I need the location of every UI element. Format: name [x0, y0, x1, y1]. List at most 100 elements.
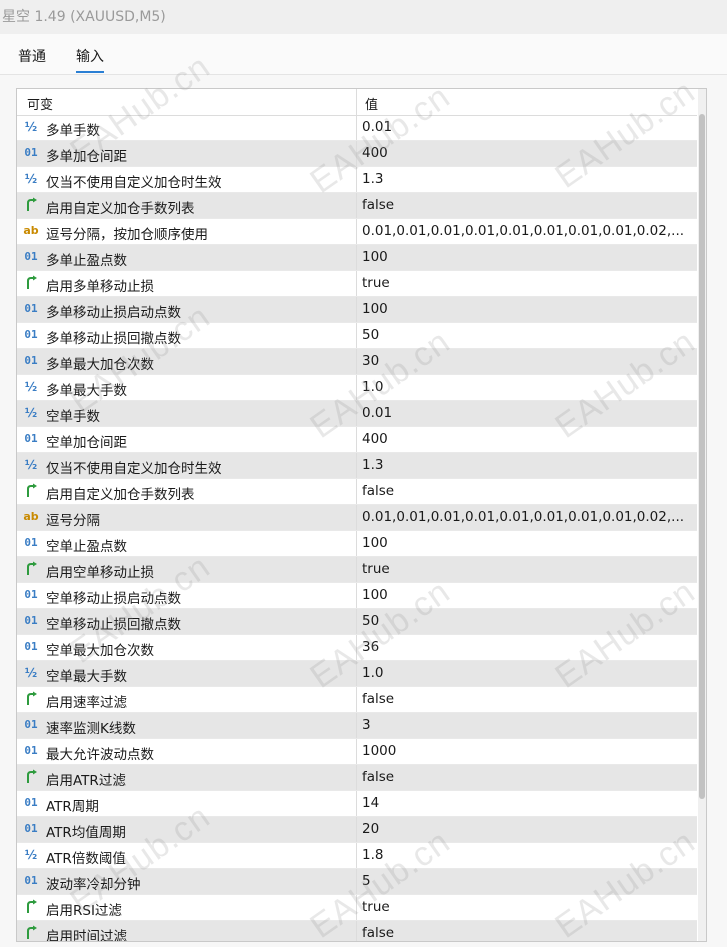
table-row[interactable]: 01 ATR周期 14: [17, 791, 697, 817]
table-row[interactable]: 01 空单加仓间距 400: [17, 427, 697, 453]
variable-value[interactable]: 0.01: [362, 119, 692, 135]
table-row[interactable]: 启用自定义加仓手数列表 false: [17, 479, 697, 505]
variable-name: 启用多单移动止损: [46, 279, 154, 295]
table-row[interactable]: 启用ATR过滤 false: [17, 765, 697, 791]
table-row[interactable]: 01 多单止盈点数 100: [17, 245, 697, 271]
variable-value[interactable]: 1.8: [362, 847, 692, 863]
integer-type-icon: 01: [24, 744, 38, 757]
inputs-table: 可变 值 ½ 多单手数 0.01 01 多单加仓间距 400 ½ 仅当不使用自定义加仓时生效 1…: [16, 88, 707, 942]
table-row[interactable]: 01 多单最大加仓次数 30: [17, 349, 697, 375]
variable-value[interactable]: 20: [362, 821, 692, 837]
double-type-icon: ½: [24, 380, 38, 394]
variable-value[interactable]: 100: [362, 587, 692, 603]
table-row[interactable]: ½ 空单最大手数 1.0: [17, 661, 697, 687]
table-row[interactable]: ½ 多单最大手数 1.0: [17, 375, 697, 401]
column-divider[interactable]: [356, 89, 357, 115]
variable-value[interactable]: 400: [362, 431, 692, 447]
table-row[interactable]: 01 波动率冷却分钟 5: [17, 869, 697, 895]
table-row[interactable]: 01 ATR均值周期 20: [17, 817, 697, 843]
variable-name: 启用自定义加仓手数列表: [46, 487, 195, 503]
table-row[interactable]: 01 最大允许波动点数 1000: [17, 739, 697, 765]
table-row[interactable]: ½ 空单手数 0.01: [17, 401, 697, 427]
variable-value[interactable]: 50: [362, 327, 692, 343]
variable-name: 空单最大手数: [46, 669, 127, 685]
tab-general[interactable]: 普通: [18, 46, 46, 66]
variable-value[interactable]: false: [362, 769, 692, 785]
column-header-variable[interactable]: 可变: [27, 94, 53, 113]
variable-value[interactable]: 100: [362, 301, 692, 317]
table-row[interactable]: 启用自定义加仓手数列表 false: [17, 193, 697, 219]
table-row[interactable]: ½ 多单手数 0.01: [17, 115, 697, 141]
table-row[interactable]: ½ 仅当不使用自定义加仓时生效 1.3: [17, 453, 697, 479]
integer-type-icon: 01: [24, 796, 38, 809]
variable-value[interactable]: 100: [362, 249, 692, 265]
table-row[interactable]: ½ 仅当不使用自定义加仓时生效 1.3: [17, 167, 697, 193]
variable-value[interactable]: true: [362, 899, 692, 915]
variable-value[interactable]: 0.01,0.01,0.01,0.01,0.01,0.01,0.01,0.01,…: [362, 223, 692, 239]
integer-type-icon: 01: [24, 432, 38, 445]
table-row[interactable]: 01 多单移动止损回撤点数 50: [17, 323, 697, 349]
cell-divider: [356, 271, 357, 296]
variable-value[interactable]: false: [362, 925, 692, 941]
variable-name: 启用自定义加仓手数列表: [46, 201, 195, 217]
table-row[interactable]: 启用空单移动止损 true: [17, 557, 697, 583]
variable-value[interactable]: 1.3: [362, 171, 692, 187]
variable-value[interactable]: 1.0: [362, 379, 692, 395]
table-row[interactable]: 启用多单移动止损 true: [17, 271, 697, 297]
table-row[interactable]: ½ ATR倍数阈值 1.8: [17, 843, 697, 869]
variable-value[interactable]: 30: [362, 353, 692, 369]
variable-value[interactable]: 100: [362, 535, 692, 551]
integer-type-icon: 01: [24, 250, 38, 263]
variable-value[interactable]: 1.0: [362, 665, 692, 681]
variable-value[interactable]: true: [362, 275, 692, 291]
variable-value[interactable]: true: [362, 561, 692, 577]
variable-value[interactable]: 0.01: [362, 405, 692, 421]
table-row[interactable]: 01 速率监测K线数 3: [17, 713, 697, 739]
variable-value[interactable]: 5: [362, 873, 692, 889]
table-row[interactable]: ab 逗号分隔 0.01,0.01,0.01,0.01,0.01,0.01,0.01…: [17, 505, 697, 531]
variable-value[interactable]: 3: [362, 717, 692, 733]
cell-divider: [356, 635, 357, 660]
cell-divider: [356, 193, 357, 218]
variable-value[interactable]: 50: [362, 613, 692, 629]
variable-value[interactable]: false: [362, 197, 692, 213]
variable-value[interactable]: 1.3: [362, 457, 692, 473]
variable-name: 启用时间过滤: [46, 929, 127, 942]
table-row[interactable]: 启用速率过滤 false: [17, 687, 697, 713]
string-type-icon: ab: [23, 510, 39, 523]
variable-name: 启用ATR过滤: [46, 773, 126, 789]
variable-value[interactable]: false: [362, 483, 692, 499]
variable-value[interactable]: 14: [362, 795, 692, 811]
variable-name: 多单加仓间距: [46, 149, 127, 165]
table-row[interactable]: 01 空单止盈点数 100: [17, 531, 697, 557]
bool-arrow-icon: [22, 769, 40, 785]
tab-inputs[interactable]: 输入: [76, 46, 104, 73]
table-row[interactable]: 01 空单最大加仓次数 36: [17, 635, 697, 661]
integer-type-icon: 01: [24, 536, 38, 549]
table-row[interactable]: 01 空单移动止损启动点数 100: [17, 583, 697, 609]
vertical-scrollbar[interactable]: [698, 89, 706, 941]
variable-value[interactable]: 0.01,0.01,0.01,0.01,0.01,0.01,0.01,0.01,…: [362, 509, 692, 525]
variable-name: 空单加仓间距: [46, 435, 127, 451]
variable-name: 空单移动止损启动点数: [46, 591, 181, 607]
cell-divider: [356, 479, 357, 504]
table-row[interactable]: 01 多单加仓间距 400: [17, 141, 697, 167]
bool-arrow-icon: [22, 925, 40, 941]
cell-divider: [356, 349, 357, 374]
table-row[interactable]: 01 多单移动止损启动点数 100: [17, 297, 697, 323]
variable-value[interactable]: 400: [362, 145, 692, 161]
table-row[interactable]: ab 逗号分隔，按加仓顺序使用 0.01,0.01,0.01,0.01,0.01,0…: [17, 219, 697, 245]
table-row[interactable]: 01 空单移动止损回撤点数 50: [17, 609, 697, 635]
variable-name: 空单止盈点数: [46, 539, 127, 555]
variable-value[interactable]: 1000: [362, 743, 692, 759]
column-header-value[interactable]: 值: [365, 94, 378, 113]
variable-name: 仅当不使用自定义加仓时生效: [46, 461, 222, 477]
variable-value[interactable]: false: [362, 691, 692, 707]
variable-value[interactable]: 36: [362, 639, 692, 655]
table-row[interactable]: 启用时间过滤 false: [17, 921, 697, 942]
scrollbar-thumb[interactable]: [699, 114, 705, 799]
cell-divider: [356, 401, 357, 426]
variable-name: ATR倍数阈值: [46, 851, 126, 867]
cell-divider: [356, 765, 357, 790]
table-row[interactable]: 启用RSI过滤 true: [17, 895, 697, 921]
